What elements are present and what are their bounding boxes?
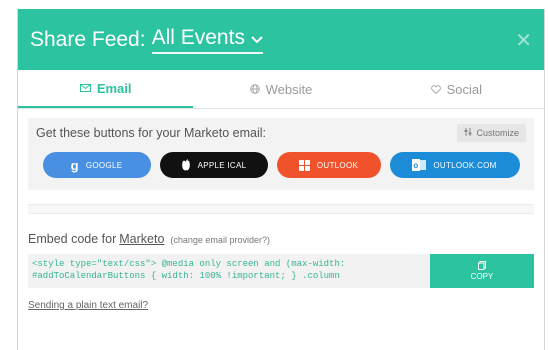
customize-button[interactable]: Customize xyxy=(457,124,526,142)
code-line: <style type="text/css"> @media only scre… xyxy=(32,259,346,269)
title-prefix: Share Feed: xyxy=(30,27,146,51)
outlook-com-button[interactable]: o OUTLOOK.COM xyxy=(389,152,520,178)
tab-label: Email xyxy=(96,80,132,96)
section-divider xyxy=(28,204,534,214)
copy-label: COPY xyxy=(470,272,494,281)
share-tabs: Email Website Social xyxy=(18,70,544,109)
section-label: Get these buttons for your Marketo email… xyxy=(36,126,266,140)
heart-icon xyxy=(430,84,441,94)
change-provider-link[interactable]: (change email provider?) xyxy=(170,235,270,245)
close-icon[interactable]: ✕ xyxy=(515,28,532,53)
button-label: OUTLOOK xyxy=(316,160,359,170)
apple-ical-button[interactable]: APPLE ICAL xyxy=(159,152,268,178)
code-line: #addToCalendarButtons { width: 100% !imp… xyxy=(32,271,340,281)
outlook-icon: o xyxy=(412,159,427,171)
email-provider-name: Marketo xyxy=(119,232,165,246)
globe-icon xyxy=(249,84,260,94)
windows-icon xyxy=(298,159,310,171)
embed-heading: Embed code for Marketo (change email pro… xyxy=(28,232,534,246)
copy-button[interactable]: COPY xyxy=(430,254,534,288)
apple-icon xyxy=(181,159,191,171)
plain-text-email-link[interactable]: Sending a plain text email? xyxy=(28,300,534,311)
modal-content: Get these buttons for your Marketo email… xyxy=(18,118,544,311)
email-icon xyxy=(79,84,91,92)
feed-name: All Events xyxy=(151,25,245,49)
tab-label: Website xyxy=(265,81,313,97)
button-label: OUTLOOK.COM xyxy=(433,160,497,170)
button-label: GOOGLE xyxy=(85,160,123,170)
embed-code-row: <style type="text/css"> @media only scre… xyxy=(28,254,534,288)
sliders-icon xyxy=(464,128,472,138)
chevron-down-icon xyxy=(251,26,263,50)
calendar-buttons: g GOOGLE APPLE ICAL OUTLOOK o OUTLOOK.CO… xyxy=(36,152,526,178)
tab-label: Social xyxy=(446,81,483,97)
google-g-icon: g xyxy=(70,157,79,173)
tab-social[interactable]: Social xyxy=(369,70,544,108)
google-calendar-button[interactable]: g GOOGLE xyxy=(42,152,151,178)
copy-icon xyxy=(478,261,486,272)
share-feed-modal: Share Feed: All Events ✕ Email Website S… xyxy=(17,9,545,350)
tab-website[interactable]: Website xyxy=(193,70,368,108)
feed-selector[interactable]: All Events xyxy=(151,25,263,54)
embed-code-field[interactable]: <style type="text/css"> @media only scre… xyxy=(28,254,430,288)
customize-label: Customize xyxy=(476,128,519,138)
tab-email[interactable]: Email xyxy=(18,70,194,108)
modal-header: Share Feed: All Events ✕ xyxy=(18,9,544,70)
modal-title: Share Feed: All Events xyxy=(30,26,263,54)
button-label: APPLE ICAL xyxy=(197,160,247,170)
outlook-button[interactable]: OUTLOOK xyxy=(276,152,381,178)
email-buttons-section: Get these buttons for your Marketo email… xyxy=(28,118,534,190)
svg-text:o: o xyxy=(414,161,419,170)
embed-label: Embed code for xyxy=(28,232,117,246)
